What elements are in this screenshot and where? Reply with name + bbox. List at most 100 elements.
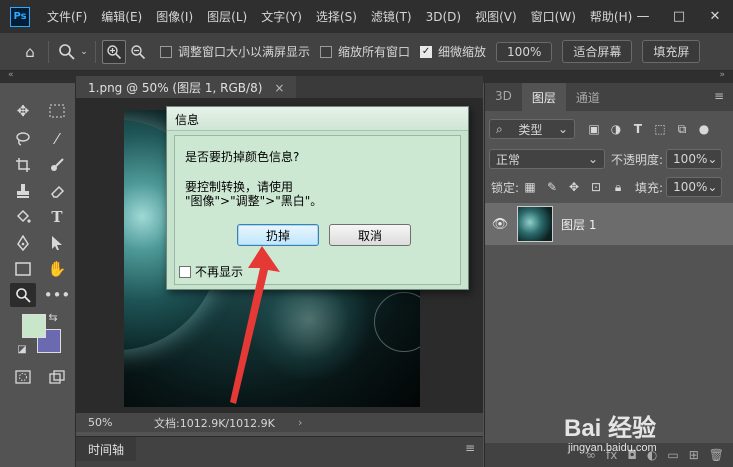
scrubby-zoom-checkbox[interactable]: ✓ 细微缩放 [420,43,486,60]
photoshop-logo: Ps [10,6,30,27]
discard-button[interactable]: 扔掉 [237,224,319,246]
menu-layer[interactable]: 图层(L) [200,8,254,25]
dont-show-again-box[interactable] [179,265,191,278]
blend-row: 正常 ⌄ 不透明度: 100% ⌄ [485,149,733,169]
default-colors-icon[interactable]: ◪ [14,341,30,357]
paint-bucket-icon[interactable] [10,205,36,229]
magic-wand-icon[interactable]: ⁄ [44,127,70,151]
menu-filter[interactable]: 滤镜(T) [364,8,419,25]
tab-layers[interactable]: 图层 [521,83,566,111]
more-tools-icon[interactable]: ••• [44,283,71,307]
zoom-in-icon[interactable] [102,39,126,64]
close-icon[interactable]: × [274,81,284,95]
scrubby-zoom-label: 细微缩放 [438,45,487,59]
zoom-all-windows-box[interactable] [320,45,333,58]
eraser-tool-icon[interactable] [44,179,70,203]
minimize-button[interactable]: — [625,9,661,24]
resize-window-checkbox[interactable]: 调整窗口大小以满屏显示 [160,43,310,60]
collapse-left-icon[interactable]: « [8,70,14,80]
marquee-tool-icon[interactable] [44,99,70,123]
menu-view[interactable]: 视图(V) [468,8,524,25]
filter-shape-icon[interactable]: ⬚ [649,122,671,136]
lock-pixels-icon[interactable]: ✎ [541,180,563,194]
fill-screen-button[interactable]: 填充屏 [642,40,701,63]
path-selection-icon[interactable] [44,231,70,255]
lock-artboard-icon[interactable]: ⊡ [585,180,607,194]
layer-name[interactable]: 图层 1 [561,216,596,233]
window-controls: — □ ✕ [625,0,733,33]
fill-label: 填充: [635,180,664,195]
crop-tool-icon[interactable] [10,153,36,177]
quick-mask-icon[interactable] [10,365,36,389]
swap-colors-icon[interactable]: ⇆ [44,309,62,325]
timeline-panel: 时间轴 ≡ [76,436,483,467]
status-menu-arrow-icon[interactable]: › [298,416,302,429]
menu-type[interactable]: 文字(Y) [254,8,309,25]
status-zoom[interactable]: 50% [76,416,134,429]
zoom-all-windows-checkbox[interactable]: 缩放所有窗口 [320,43,410,60]
close-window-button[interactable]: ✕ [697,9,733,24]
chevron-down-icon: ⌄ [557,122,568,136]
document-tab-title: 1.png @ 50% (图层 1, RGB/8) [88,81,263,95]
menu-window[interactable]: 窗口(W) [524,8,583,25]
lock-position-icon[interactable]: ✥ [563,180,585,194]
layer-filter-select[interactable]: ⌕ 类型 ⌄ [489,119,575,139]
chevron-down-icon: ⌄ [587,152,598,166]
blend-mode-select[interactable]: 正常 ⌄ [489,149,605,169]
screen-mode-icon[interactable] [44,365,70,389]
discard-color-dialog: 信息 是否要扔掉颜色信息? 要控制转换，请使用 "图像">"调整">"黑白"。 … [166,106,469,290]
move-tool-icon[interactable]: ✥ [10,99,36,123]
tab-timeline[interactable]: 时间轴 [76,437,137,461]
maximize-button[interactable]: □ [661,9,697,24]
menu-edit[interactable]: 编辑(E) [94,8,149,25]
tab-channels[interactable]: 通道 [566,83,610,111]
dialog-title: 信息 [167,107,468,131]
scrubby-zoom-box[interactable]: ✓ [420,45,433,58]
tab-3d[interactable]: 3D [485,83,522,111]
menu-file[interactable]: 文件(F) [40,8,94,25]
resize-window-box[interactable] [160,45,172,58]
zoom-out-icon[interactable] [126,40,150,64]
filter-type-icon[interactable]: T [627,122,649,136]
divider [95,40,96,63]
opacity-value: 100% [673,152,708,166]
layer-row[interactable]: 👁︎ 图层 1 [485,203,733,245]
opacity-input[interactable]: 100% ⌄ [666,149,723,169]
panel-menu-icon[interactable]: ≡ [714,89,724,103]
rectangle-tool-icon[interactable] [10,257,36,281]
filter-adjustment-icon[interactable]: ◑ [605,122,627,136]
lock-transparent-icon[interactable]: ▦ [519,180,541,194]
zoom-100-button[interactable]: 100% [496,41,553,62]
filter-pixel-icon[interactable]: ▣ [583,122,605,136]
eye-icon[interactable]: 👁︎ [485,217,515,232]
layer-filter-row: ⌕ 类型 ⌄ ▣ ◑ T ⬚ ⧉ ● [485,119,733,139]
hand-tool-icon[interactable]: ✋ [44,257,70,281]
menu-image[interactable]: 图像(I) [149,8,200,25]
menu-3d[interactable]: 3D(D) [419,10,468,24]
chevron-down-icon[interactable]: ⌄ [79,40,89,64]
document-tab[interactable]: 1.png @ 50% (图层 1, RGB/8) × [76,76,297,98]
zoom-tool-icon[interactable] [10,283,36,307]
type-tool-icon[interactable]: T [44,205,70,229]
lock-row: 锁定: ▦ ✎ ✥ ⊡ 🔒︎ 填充: 100% ⌄ [485,177,733,197]
lasso-tool-icon[interactable] [10,127,36,151]
collapse-right-icon[interactable]: » [719,70,725,80]
home-icon[interactable]: ⌂ [18,40,42,64]
layer-thumbnail [517,206,553,242]
fill-input[interactable]: 100% ⌄ [666,177,723,197]
lock-all-icon[interactable]: 🔒︎ [607,180,629,195]
fit-screen-button[interactable]: 适合屏幕 [562,40,633,63]
brush-tool-icon[interactable] [44,153,70,177]
cancel-button[interactable]: 取消 [329,224,411,246]
pen-tool-icon[interactable] [10,231,36,255]
layer-filter-value: 类型 [518,122,543,137]
stamp-tool-icon[interactable] [10,179,36,203]
zoom-tool-preset-icon[interactable] [55,40,79,64]
filter-toggle-icon[interactable]: ● [693,122,715,136]
dialog-instruction-line2: "图像">"调整">"黑白"。 [185,194,323,208]
menu-select[interactable]: 选择(S) [309,8,364,25]
panel-menu-icon[interactable]: ≡ [465,441,475,455]
filter-smart-object-icon[interactable]: ⧉ [671,122,693,137]
foreground-color-swatch[interactable] [22,314,46,338]
fill-value: 100% [673,180,708,194]
